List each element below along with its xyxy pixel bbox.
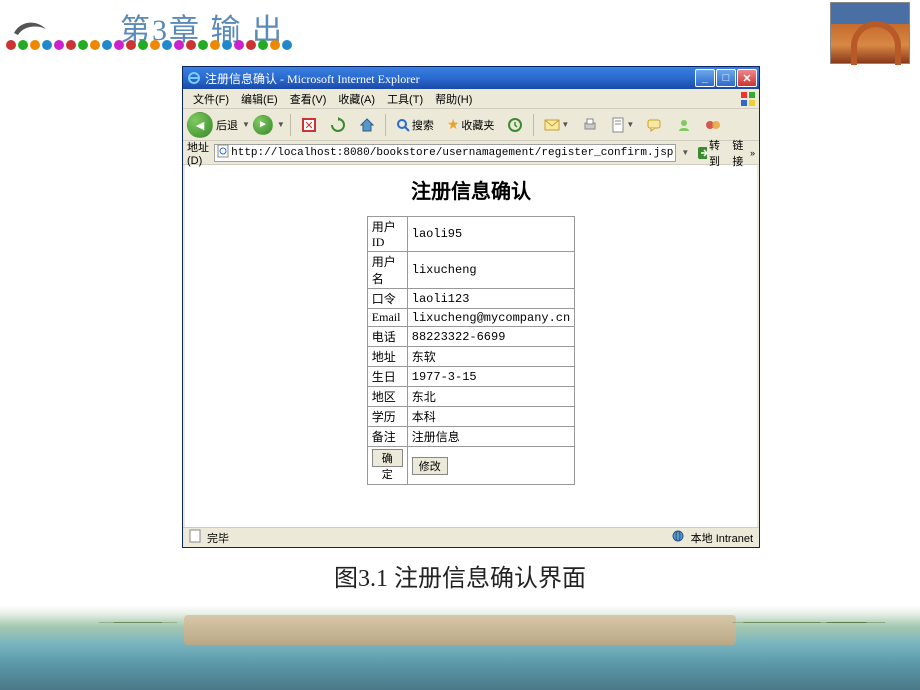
- menu-file[interactable]: 文件(F): [187, 89, 235, 109]
- row-label: 学历: [367, 407, 407, 427]
- mail-button[interactable]: ▼: [539, 113, 574, 137]
- row-value: lixucheng: [407, 252, 574, 289]
- table-row: 学历本科: [367, 407, 574, 427]
- go-label: 转到: [709, 137, 724, 169]
- menu-edit[interactable]: 编辑(E): [235, 89, 284, 109]
- table-row: 电话88223322-6699: [367, 327, 574, 347]
- windows-flag-icon: [739, 90, 757, 108]
- menu-view[interactable]: 查看(V): [284, 89, 333, 109]
- row-value: laoli123: [407, 289, 574, 309]
- addressbar: 地址(D) http://localhost:8080/bookstore/us…: [183, 141, 759, 165]
- dolphin-logo-icon: [10, 15, 50, 40]
- back-button[interactable]: ◄: [187, 112, 213, 138]
- table-row: 用户名lixucheng: [367, 252, 574, 289]
- status-done-icon: [189, 529, 201, 546]
- messenger-button[interactable]: [671, 113, 697, 137]
- row-value: laoli95: [407, 217, 574, 252]
- address-url: http://localhost:8080/bookstore/usernama…: [231, 147, 673, 159]
- zone-text: 本地 Intranet: [691, 530, 753, 546]
- titlebar: 注册信息确认 - Microsoft Internet Explorer _ □…: [183, 67, 759, 89]
- row-label: 地址: [367, 347, 407, 367]
- row-label: 口令: [367, 289, 407, 309]
- extra-button[interactable]: [700, 113, 726, 137]
- stop-button[interactable]: ✕: [296, 113, 322, 137]
- row-value: 88223322-6699: [407, 327, 574, 347]
- registration-table: 用户IDlaoli95用户名lixucheng口令laoli123Emailli…: [367, 216, 575, 485]
- arch-photo: [830, 2, 910, 64]
- menu-help[interactable]: 帮助(H): [429, 89, 478, 109]
- minimize-button[interactable]: _: [695, 69, 715, 87]
- row-label: Email: [367, 309, 407, 327]
- menu-favorites[interactable]: 收藏(A): [332, 89, 381, 109]
- row-label: 用户名: [367, 252, 407, 289]
- forward-button[interactable]: ►: [253, 115, 273, 135]
- search-label: 搜索: [412, 117, 434, 133]
- table-row: 地区东北: [367, 387, 574, 407]
- close-button[interactable]: ✕: [737, 69, 757, 87]
- edit-button[interactable]: ▼: [606, 113, 639, 137]
- back-dropdown-icon[interactable]: ▼: [242, 120, 250, 129]
- ie-icon: [187, 71, 201, 85]
- row-label: 用户ID: [367, 217, 407, 252]
- figure-caption: 图3.1 注册信息确认界面: [0, 558, 920, 593]
- address-dropdown-icon[interactable]: ▼: [681, 148, 689, 157]
- row-label: 电话: [367, 327, 407, 347]
- row-label: 备注: [367, 427, 407, 447]
- row-value: 东北: [407, 387, 574, 407]
- links-label[interactable]: 链接: [732, 137, 746, 169]
- page-icon: [217, 144, 229, 162]
- window-title: 注册信息确认 - Microsoft Internet Explorer: [205, 70, 695, 87]
- modify-button[interactable]: 修改: [412, 457, 448, 475]
- page-heading: 注册信息确认: [185, 175, 757, 204]
- row-value: 1977-3-15: [407, 367, 574, 387]
- status-text: 完毕: [207, 530, 229, 546]
- row-value: lixucheng@mycompany.cn: [407, 309, 574, 327]
- go-button[interactable]: 转到: [693, 144, 728, 162]
- decorative-dots: [6, 40, 292, 52]
- print-button[interactable]: [577, 113, 603, 137]
- statusbar: 完毕 本地 Intranet: [183, 527, 759, 547]
- history-button[interactable]: [502, 113, 528, 137]
- row-value: 本科: [407, 407, 574, 427]
- favorites-label: 收藏夹: [461, 117, 494, 133]
- table-row: 生日1977-3-15: [367, 367, 574, 387]
- page-content: 注册信息确认 用户IDlaoli95用户名lixucheng口令laoli123…: [183, 165, 759, 527]
- menubar: 文件(F) 编辑(E) 查看(V) 收藏(A) 工具(T) 帮助(H): [183, 89, 759, 109]
- refresh-button[interactable]: [325, 113, 351, 137]
- landscape-decoration: [0, 605, 920, 690]
- row-label: 地区: [367, 387, 407, 407]
- search-button[interactable]: 搜索: [391, 113, 439, 137]
- forward-dropdown-icon[interactable]: ▼: [277, 120, 285, 129]
- table-row: 用户IDlaoli95: [367, 217, 574, 252]
- menu-tools[interactable]: 工具(T): [381, 89, 429, 109]
- home-button[interactable]: [354, 113, 380, 137]
- maximize-button[interactable]: □: [716, 69, 736, 87]
- address-input[interactable]: http://localhost:8080/bookstore/usernama…: [214, 144, 676, 162]
- zone-icon: [671, 529, 685, 546]
- discuss-button[interactable]: [642, 113, 668, 137]
- table-row: 备注注册信息: [367, 427, 574, 447]
- row-value: 东软: [407, 347, 574, 367]
- row-label: 生日: [367, 367, 407, 387]
- links-expand-icon[interactable]: »: [750, 148, 755, 158]
- row-value: 注册信息: [407, 427, 574, 447]
- table-row: 地址东软: [367, 347, 574, 367]
- browser-window: 注册信息确认 - Microsoft Internet Explorer _ □…: [182, 66, 760, 548]
- favorites-button[interactable]: ★ 收藏夹: [442, 113, 500, 137]
- confirm-button[interactable]: 确定: [372, 449, 403, 467]
- table-row: Emaillixucheng@mycompany.cn: [367, 309, 574, 327]
- svg-text:✕: ✕: [304, 120, 313, 132]
- table-row: 口令laoli123: [367, 289, 574, 309]
- toolbar: ◄ 后退 ▼ ► ▼ ✕ 搜索 ★ 收藏夹 ▼ ▼: [183, 109, 759, 141]
- back-label: 后退: [216, 117, 238, 133]
- address-label: 地址(D): [187, 139, 210, 167]
